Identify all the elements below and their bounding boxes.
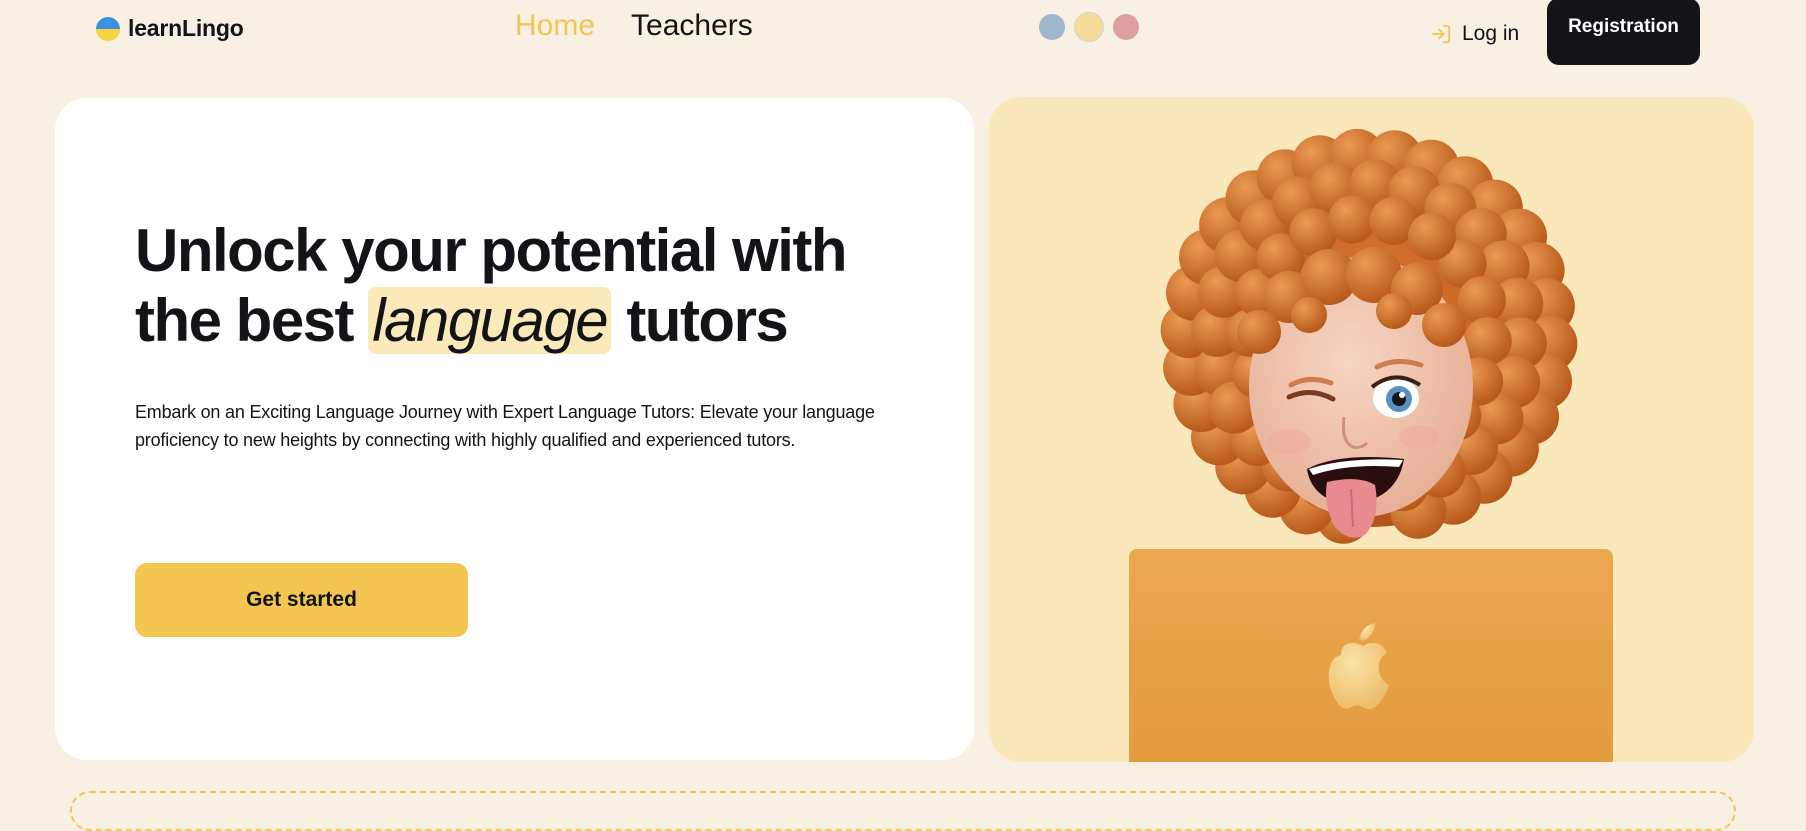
hero-title-part2: tutors [626,287,788,354]
hair-curl [1422,303,1466,347]
nav-teachers-link[interactable]: Teachers [631,9,753,43]
theme-switcher [1039,13,1139,41]
hero-card: Unlock your potential with the best lang… [55,98,974,760]
hair-curl [1328,195,1377,244]
login-label: Log in [1462,22,1520,45]
logo[interactable]: learnLingo [96,15,244,42]
login-button[interactable]: Log in [1430,22,1519,46]
stats-panel [70,791,1736,831]
theme-dot-pink[interactable] [1113,14,1139,40]
hero-description: Embark on an Exciting Language Journey w… [135,402,875,450]
hair-curl [1376,293,1412,329]
get-started-button[interactable]: Get started [135,563,468,637]
theme-dot-yellow[interactable] [1075,13,1103,41]
hair-curl [1291,297,1327,333]
site-header: learnLingo Home Teachers Log in Registra… [0,0,1806,70]
memoji-girl-with-laptop-image [1129,128,1613,762]
hair-curl [1463,317,1512,366]
theme-dot-blue[interactable] [1039,14,1065,40]
registration-button[interactable]: Registration [1547,0,1700,65]
hero-illustration-card [989,97,1754,762]
hair-curl [1407,212,1456,261]
main-nav: Home Teachers [515,9,753,43]
hair-curl [1457,276,1506,325]
log-in-icon [1431,24,1451,44]
hair-curl [1237,310,1281,354]
nav-home-link[interactable]: Home [515,9,595,43]
hero-title: Unlock your potential with the best lang… [135,216,895,356]
hero-title-highlight: language [368,287,612,354]
logo-text: learnLingo [128,15,244,41]
ukraine-flag-icon [96,16,120,41]
